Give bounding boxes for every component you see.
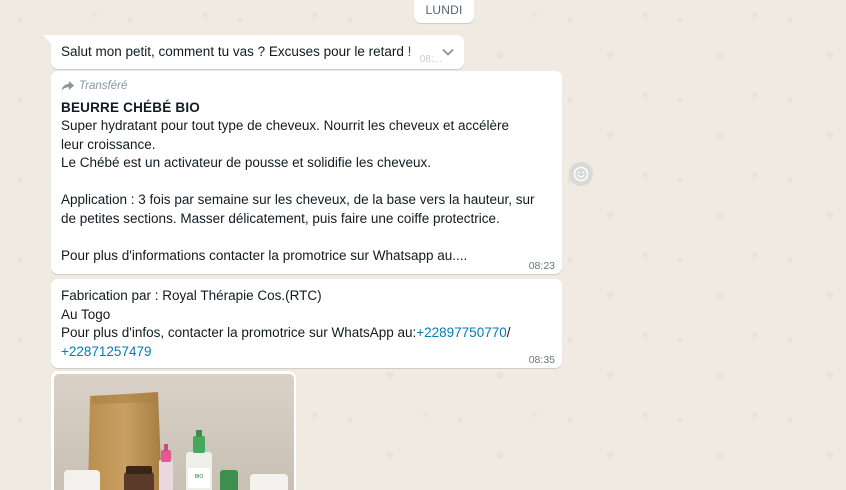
- chevron-down-icon[interactable]: [440, 44, 456, 60]
- message-time: 08:35: [528, 354, 555, 366]
- phone-separator: /: [506, 325, 511, 341]
- maker-line: Au Togo: [61, 306, 111, 322]
- description-line: de petites sections. Masser délicatement…: [61, 210, 500, 226]
- maker-line: Fabrication par : Royal Thérapie Cos.(RT…: [61, 288, 322, 303]
- message-image[interactable]: BIO: [51, 371, 296, 490]
- phone-link[interactable]: +22897750770: [416, 325, 506, 340]
- description-line: Super hydratant pour tout type de cheveu…: [61, 118, 510, 133]
- forward-arrow-icon: [61, 80, 75, 92]
- bottle-label: BIO: [195, 474, 204, 480]
- description-line: [61, 229, 552, 248]
- contact-prefix: Pour plus d'infos, contacter la promotri…: [61, 325, 417, 341]
- product-description: Super hydratant pour tout type de cheveu…: [61, 117, 552, 266]
- product-photo[interactable]: BIO: [54, 374, 294, 490]
- message-time: 08:...: [419, 54, 442, 65]
- description-line: [61, 173, 552, 192]
- emoji-react-icon[interactable]: [569, 162, 593, 186]
- description-line: Pour plus d'informations contacter la pr…: [61, 248, 468, 264]
- maker-contact-line: +22871257479: [61, 343, 552, 362]
- description-line: Application : 3 fois par semaine sur les…: [61, 192, 535, 208]
- message-time: 08:23: [528, 260, 555, 272]
- forwarded-label: Transféré: [61, 78, 552, 94]
- product-title: BEURRE CHÉBÉ BIO: [61, 100, 200, 115]
- phone-link[interactable]: +22871257479: [61, 344, 151, 359]
- forwarded-text: Transféré: [79, 80, 128, 92]
- description-line: Le Chébé est un activateur de pousse et …: [61, 155, 431, 171]
- message-greeting[interactable]: Salut mon petit, comment tu vas ? Excuse…: [51, 35, 464, 69]
- maker-contact-line: Pour plus d'infos, contacter la promotri…: [61, 324, 552, 343]
- message-text: Salut mon petit, comment tu vas ? Excuse…: [61, 44, 412, 59]
- date-separator: LUNDI: [414, 0, 474, 23]
- message-maker[interactable]: Fabrication par : Royal Thérapie Cos.(RT…: [51, 279, 562, 368]
- message-product[interactable]: Transféré BEURRE CHÉBÉ BIO Super hydrata…: [51, 71, 562, 274]
- description-line: leur croissance.: [61, 136, 156, 152]
